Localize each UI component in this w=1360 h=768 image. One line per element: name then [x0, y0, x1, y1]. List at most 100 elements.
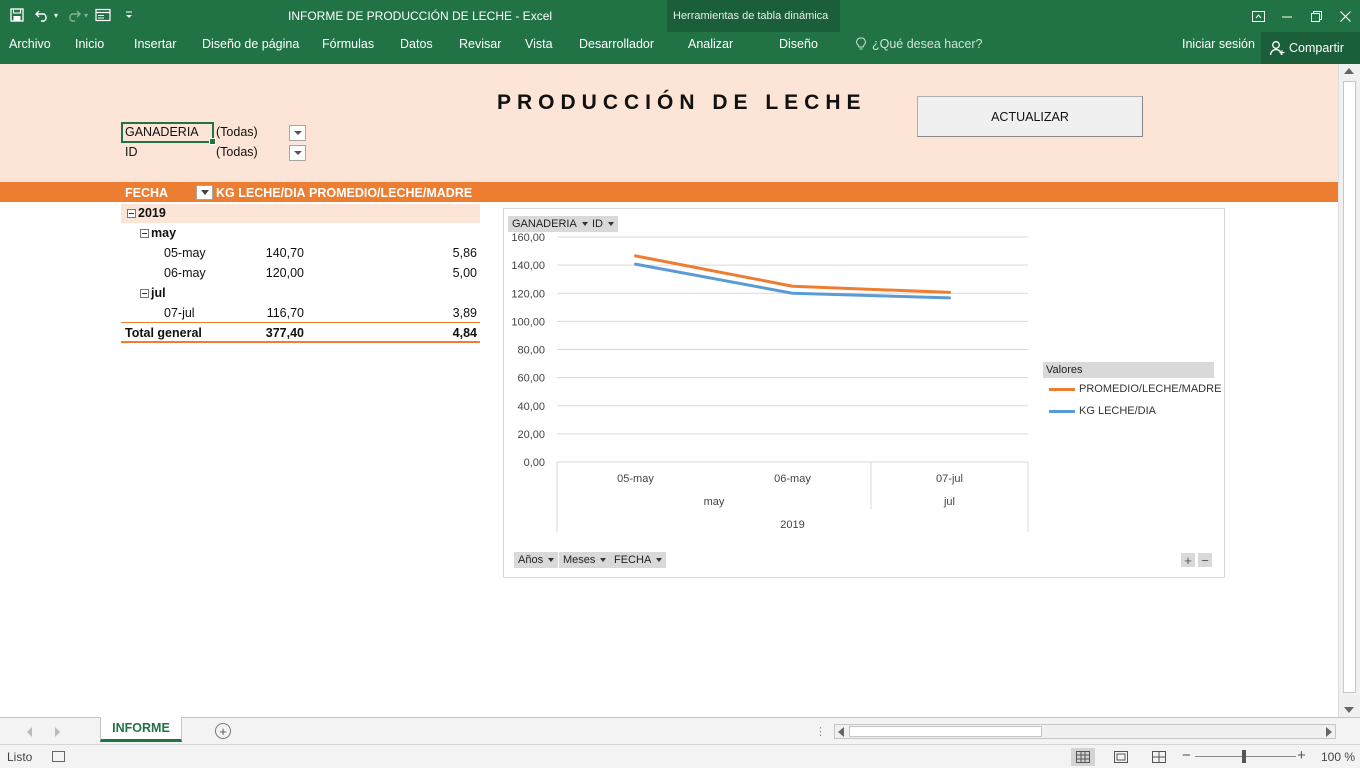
legend-label: PROMEDIO/LECHE/MADRE [1079, 383, 1222, 395]
collapse-field-button[interactable]: − [1198, 553, 1212, 567]
y-tick-label: 80,00 [517, 345, 545, 357]
row-date: 05-may [164, 246, 206, 260]
quick-access-toolbar: ▾ ▾ [6, 4, 140, 26]
pivot-chart[interactable]: GANADERIA ID 0,00 20,00 40,00 60,00 80,00 100… [503, 208, 1225, 578]
tab-diseno[interactable]: Diseño [779, 37, 818, 51]
redo-icon[interactable] [62, 4, 84, 26]
normal-view-icon[interactable] [1071, 748, 1095, 766]
window-title: INFORME DE PRODUCCIÓN DE LECHE - Excel [288, 9, 553, 23]
ribbon-display-options-icon[interactable] [1244, 0, 1273, 32]
macro-record-icon[interactable] [52, 751, 65, 762]
save-icon[interactable] [6, 4, 28, 26]
context-tools-label: Herramientas de tabla dinámica [673, 10, 829, 22]
restore-icon[interactable] [1302, 0, 1331, 32]
sheet-tab-informe[interactable]: INFORME [100, 717, 182, 742]
sheet-tab-bar: INFORME + ⋮ [0, 717, 1360, 744]
tab-datos[interactable]: Datos [400, 37, 433, 51]
y-tick-label: 140,00 [511, 260, 545, 272]
fecha-filter-button[interactable] [196, 185, 213, 200]
chevron-down-icon [293, 151, 302, 155]
vertical-scrollbar[interactable] [1338, 64, 1360, 717]
axis-field-meses[interactable]: Meses [559, 552, 611, 568]
year-row-bg [121, 204, 480, 223]
axis-field-label: FECHA [614, 554, 652, 566]
redo-dropdown-icon[interactable]: ▾ [84, 11, 88, 20]
collapse-jul-icon[interactable] [140, 289, 149, 298]
chevron-down-icon [581, 222, 588, 226]
expand-field-button[interactable]: + [1181, 553, 1195, 567]
add-sheet-icon[interactable]: + [215, 723, 231, 739]
share-button[interactable]: Compartir [1261, 32, 1360, 64]
total-kg: 377,40 [265, 326, 304, 340]
chevron-down-icon [608, 222, 614, 226]
month-label-may: may [151, 226, 177, 240]
horizontal-scrollbar[interactable] [834, 724, 1336, 739]
form-icon[interactable] [92, 4, 114, 26]
filter-arrow-icon [200, 190, 209, 195]
tab-diseno-pagina[interactable]: Diseño de página [202, 37, 299, 51]
y-tick-label: 40,00 [517, 401, 545, 413]
status-bar: Listo − + 100 % [0, 744, 1360, 768]
tell-me-search[interactable]: ¿Qué desea hacer? [856, 37, 983, 51]
filter-dropdown-ganaderia[interactable] [289, 125, 306, 141]
tab-splitter-icon[interactable]: ⋮ [815, 725, 826, 738]
page-break-view-icon[interactable] [1147, 748, 1171, 766]
row-kg: 120,00 [265, 266, 304, 280]
month-label-jul: jul [151, 286, 166, 300]
close-icon[interactable] [1331, 0, 1360, 32]
vertical-scroll-thumb[interactable] [1343, 81, 1356, 693]
tab-revisar[interactable]: Revisar [459, 37, 501, 51]
filter-field-ganaderia: GANADERIA [125, 125, 199, 139]
tab-archivo[interactable]: Archivo [9, 37, 51, 51]
minimize-icon[interactable] [1273, 0, 1302, 32]
legend-item-promedio: PROMEDIO/LECHE/MADRE [1049, 383, 1221, 395]
zoom-out-icon[interactable]: − [1182, 747, 1191, 764]
tell-me-text: ¿Qué desea hacer? [872, 37, 983, 51]
customize-qat-icon[interactable] [118, 4, 140, 26]
axis-field-label: Meses [563, 554, 596, 566]
status-ready: Listo [7, 750, 33, 764]
worksheet-grid[interactable]: PRODUCCIÓN DE LECHE ACTUALIZAR GANADERIA… [0, 64, 1338, 717]
row-date: 06-may [164, 266, 206, 280]
filter-dropdown-id[interactable] [289, 145, 306, 161]
axis-field-anos[interactable]: Años [514, 552, 559, 568]
tab-desarrollador[interactable]: Desarrollador [579, 37, 654, 51]
tab-analizar[interactable]: Analizar [688, 37, 733, 51]
tab-insertar[interactable]: Insertar [134, 37, 176, 51]
sign-in-link[interactable]: Iniciar sesión [1182, 37, 1255, 51]
prev-sheet-icon[interactable] [27, 727, 32, 737]
pivot-header-avg: PROMEDIO/LECHE/MADRE [309, 186, 473, 200]
zoom-slider-thumb[interactable] [1242, 750, 1246, 763]
next-sheet-icon[interactable] [55, 727, 60, 737]
undo-icon[interactable] [32, 4, 54, 26]
collapse-may-icon[interactable] [140, 229, 149, 238]
row-avg: 5,00 [452, 266, 477, 280]
collapse-year-icon[interactable] [127, 209, 136, 218]
tab-inicio[interactable]: Inicio [75, 37, 104, 51]
row-kg: 140,70 [265, 246, 304, 260]
row-date: 07-jul [164, 306, 195, 320]
x-tick-label: 07-jul [936, 473, 963, 485]
update-button[interactable]: ACTUALIZAR [917, 96, 1143, 137]
zoom-level[interactable]: 100 % [1321, 750, 1355, 764]
legend-label: KG LECHE/DIA [1079, 405, 1157, 417]
year-group-label: 2019 [780, 519, 804, 531]
scroll-down-icon[interactable] [1344, 707, 1354, 713]
undo-dropdown-icon[interactable]: ▾ [54, 11, 58, 20]
zoom-in-icon[interactable]: + [1297, 747, 1306, 764]
tab-vista[interactable]: Vista [525, 37, 553, 51]
total-label: Total general [125, 326, 202, 340]
scroll-right-icon[interactable] [1326, 727, 1332, 737]
axis-field-fecha[interactable]: FECHA [610, 552, 667, 568]
scroll-up-icon[interactable] [1344, 68, 1354, 74]
legend-item-kg: KG LECHE/DIA [1049, 405, 1156, 417]
scroll-left-icon[interactable] [838, 727, 844, 737]
row-avg: 5,86 [452, 246, 477, 260]
tab-formulas[interactable]: Fórmulas [322, 37, 374, 51]
horizontal-scroll-thumb[interactable] [849, 726, 1042, 737]
y-tick-label: 60,00 [517, 373, 545, 385]
y-tick-label: 20,00 [517, 429, 545, 441]
share-label: Compartir [1289, 41, 1344, 55]
page-layout-view-icon[interactable] [1109, 748, 1133, 766]
axis-field-label: Años [518, 554, 544, 566]
